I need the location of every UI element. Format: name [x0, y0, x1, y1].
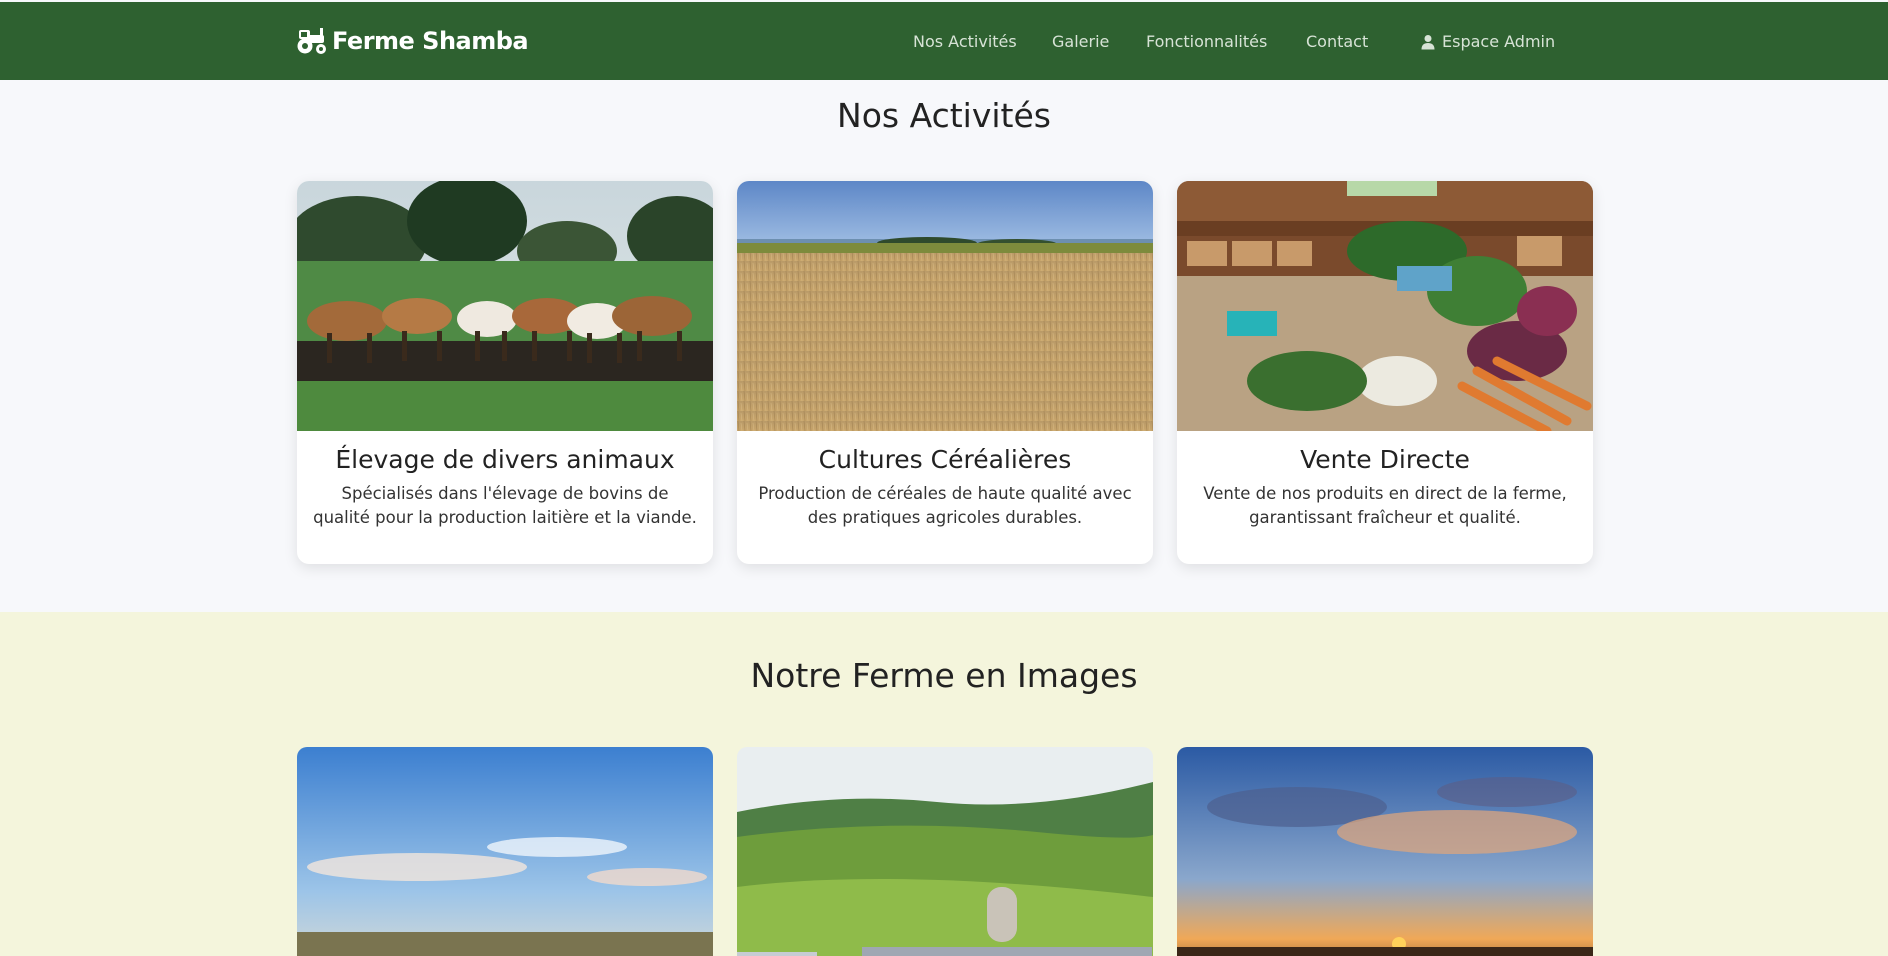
- activity-card-vente: Vente Directe Vente de nos produits en d…: [1177, 181, 1593, 564]
- activity-title: Élevage de divers animaux: [335, 445, 675, 474]
- cows-in-pasture-photo: [297, 181, 713, 431]
- activities-section: Nos Activités Élevage de divers animaux …: [0, 80, 1888, 612]
- user-icon: [1420, 34, 1436, 50]
- nav-link-activites[interactable]: Nos Activités: [913, 32, 1017, 51]
- sky-over-fields-photo[interactable]: [297, 747, 713, 956]
- activity-title: Cultures Céréalières: [818, 445, 1072, 474]
- activity-text: Spécialisés dans l'élevage de bovins de …: [313, 484, 697, 527]
- farm-market-vegetables-photo: [1177, 181, 1593, 431]
- activity-text: Production de céréales de haute qualité …: [758, 484, 1132, 527]
- admin-label: Espace Admin: [1442, 32, 1556, 51]
- gallery-title: Notre Ferme en Images: [750, 656, 1138, 695]
- brand-link[interactable]: Ferme Shamba: [296, 26, 529, 56]
- brand-name: Ferme Shamba: [332, 27, 529, 55]
- activity-text: Vente de nos produits en direct de la fe…: [1203, 484, 1567, 527]
- sunset-farm-photo[interactable]: [1177, 747, 1593, 956]
- nav-link-contact[interactable]: Contact: [1306, 32, 1368, 51]
- navbar: Ferme Shamba Nos Activités Galerie Fonct…: [0, 2, 1888, 80]
- nav-link-galerie[interactable]: Galerie: [1052, 32, 1109, 51]
- farm-aerial-hills-photo[interactable]: [737, 747, 1153, 956]
- activity-card-cultures: Cultures Céréalières Production de céréa…: [737, 181, 1153, 564]
- activities-title: Nos Activités: [837, 96, 1051, 135]
- nav-link-fonctionnalites[interactable]: Fonctionnalités: [1146, 32, 1267, 51]
- wheat-field-photo: [737, 181, 1153, 431]
- activity-title: Vente Directe: [1300, 445, 1470, 474]
- tractor-icon: [296, 26, 328, 56]
- activity-card-elevage: Élevage de divers animaux Spécialisés da…: [297, 181, 713, 564]
- gallery-section: Notre Ferme en Images: [0, 612, 1888, 956]
- nav-link-admin[interactable]: Espace Admin: [1420, 32, 1555, 51]
